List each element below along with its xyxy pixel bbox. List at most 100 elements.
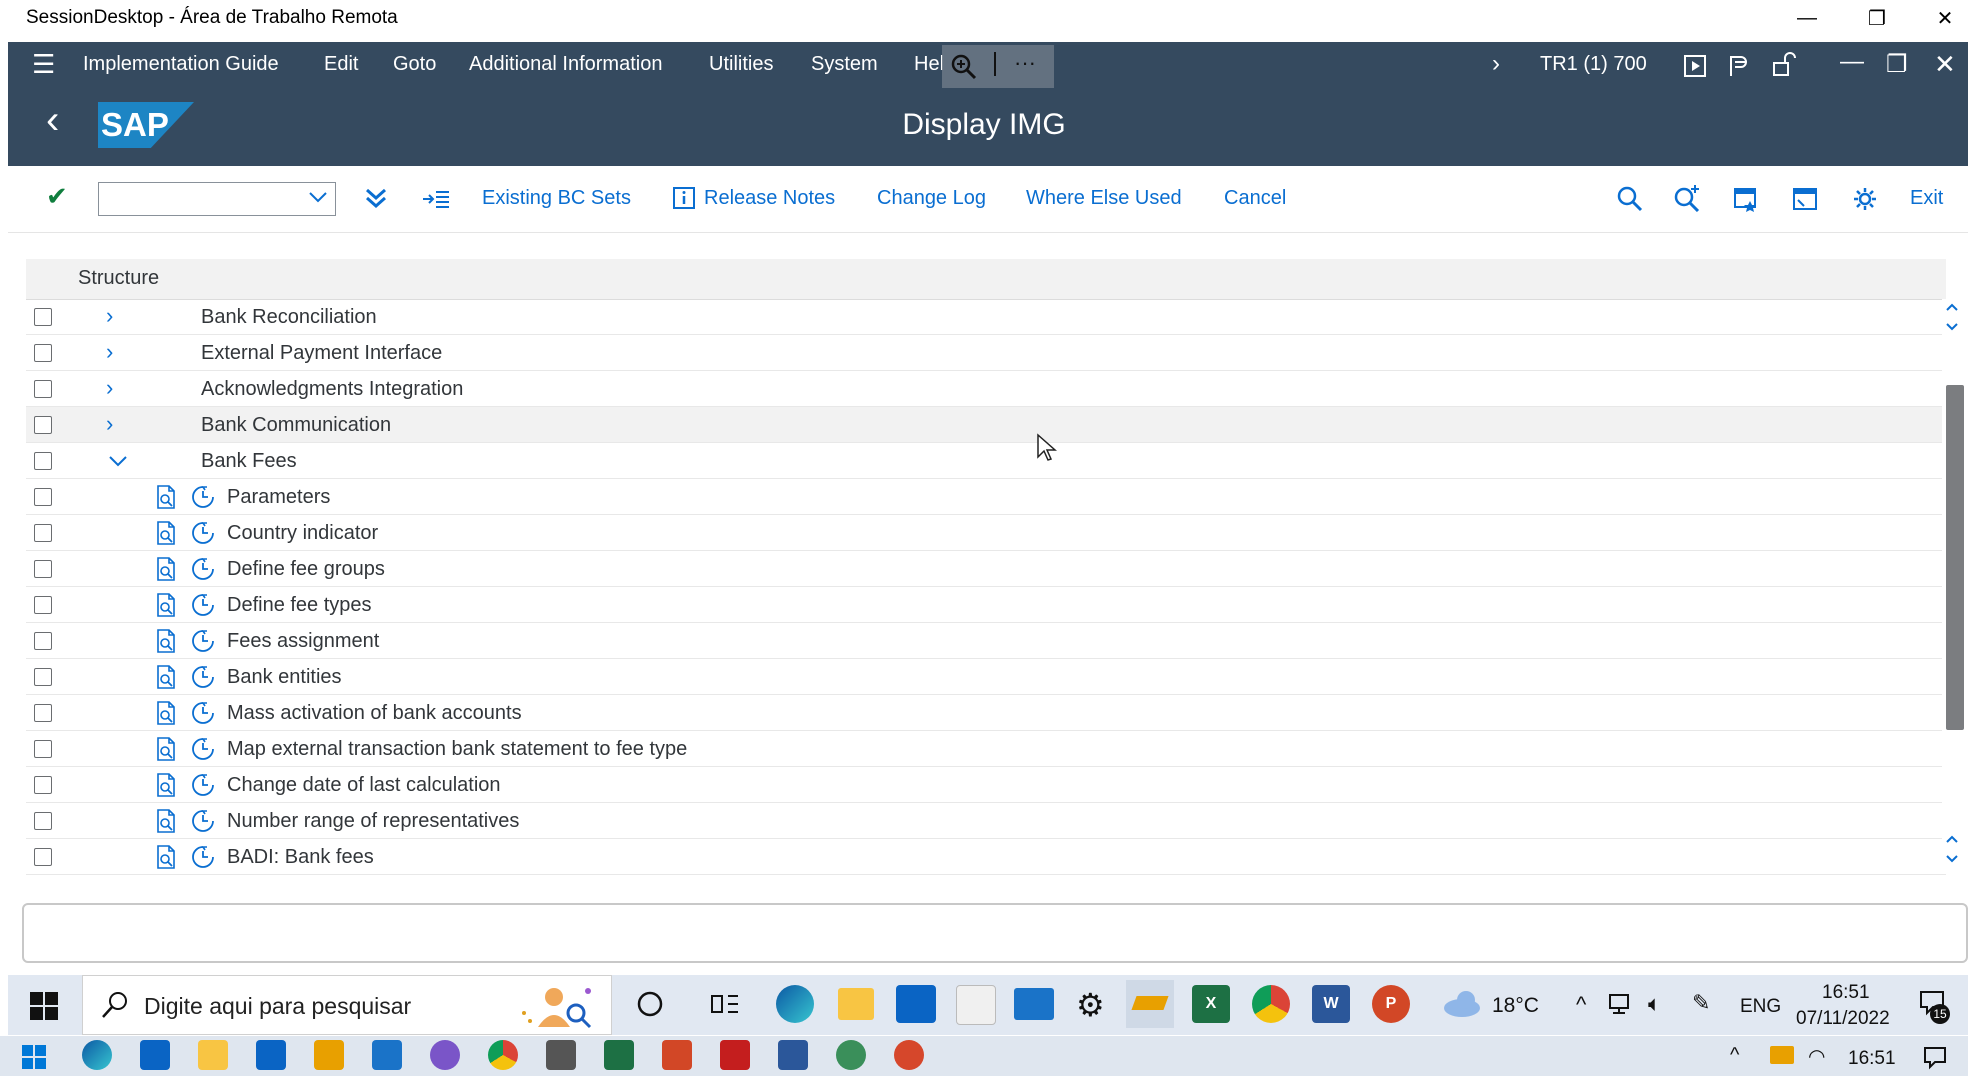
edge-icon[interactable] [776, 985, 814, 1023]
word-icon[interactable]: W [1312, 985, 1350, 1023]
local-chrome-icon[interactable] [488, 1040, 518, 1070]
documentation-icon[interactable] [156, 593, 176, 617]
activity-row[interactable]: Map external transaction bank statement … [26, 731, 1946, 767]
microsoft-store-icon[interactable] [956, 985, 996, 1025]
activity-row[interactable]: Mass activation of bank accounts [26, 695, 1946, 731]
clock-time[interactable]: 16:51 [1822, 982, 1870, 1004]
local-powerpoint-icon[interactable] [662, 1040, 692, 1070]
local-windows-start-icon[interactable] [22, 1045, 46, 1069]
clock-date[interactable]: 07/11/2022 [1796, 1008, 1890, 1030]
settings-gear-icon[interactable]: ⚙ [1076, 986, 1105, 1024]
documentation-icon[interactable] [156, 773, 176, 797]
activity-label[interactable]: Country indicator [227, 522, 378, 545]
row-checkbox[interactable] [34, 560, 52, 578]
execute-clock-icon[interactable] [191, 521, 215, 545]
local-clock-time[interactable]: 16:51 [1848, 1048, 1896, 1070]
activity-row[interactable]: Bank entities [26, 659, 1946, 695]
activity-row[interactable]: Number range of representatives [26, 803, 1946, 839]
powerpoint-icon[interactable]: P [1372, 985, 1410, 1023]
scrollbar-thumb[interactable] [1946, 385, 1964, 730]
file-explorer-icon[interactable] [838, 988, 874, 1020]
row-checkbox[interactable] [34, 740, 52, 758]
execute-clock-icon[interactable] [191, 701, 215, 725]
documentation-icon[interactable] [156, 809, 176, 833]
activity-label[interactable]: Mass activation of bank accounts [227, 702, 522, 725]
row-checkbox[interactable] [34, 776, 52, 794]
execute-clock-icon[interactable] [191, 773, 215, 797]
activity-row[interactable]: Country indicator [26, 515, 1946, 551]
activity-label[interactable]: BADI: Bank fees [227, 846, 374, 869]
local-edge-icon[interactable] [82, 1040, 112, 1070]
local-word-icon[interactable] [778, 1040, 808, 1070]
activity-row[interactable]: Define fee groups [26, 551, 1946, 587]
execute-clock-icon[interactable] [191, 557, 215, 581]
activity-label[interactable]: Map external transaction bank statement … [227, 738, 687, 761]
documentation-icon[interactable] [156, 845, 176, 869]
local-store-icon[interactable] [140, 1040, 170, 1070]
documentation-icon[interactable] [156, 521, 176, 545]
local-tray-chevron-icon[interactable]: ^ [1730, 1044, 1739, 1067]
documentation-icon[interactable] [156, 557, 176, 581]
local-excel-icon[interactable] [604, 1040, 634, 1070]
scroll-down-icon[interactable] [1944, 834, 1960, 864]
execute-clock-icon[interactable] [191, 737, 215, 761]
activity-row[interactable]: BADI: Bank fees [26, 839, 1946, 875]
local-explorer-icon[interactable] [198, 1040, 228, 1070]
documentation-icon[interactable] [156, 665, 176, 689]
activity-label[interactable]: Number range of representatives [227, 810, 519, 833]
activity-label[interactable]: Define fee groups [227, 558, 385, 581]
pen-icon[interactable]: ✎ [1692, 990, 1710, 1016]
row-checkbox[interactable] [34, 848, 52, 866]
execute-clock-icon[interactable] [191, 809, 215, 833]
local-sap-icon[interactable] [314, 1040, 344, 1070]
activity-label[interactable]: Define fee types [227, 594, 372, 617]
local-browser-icon[interactable] [836, 1040, 866, 1070]
local-acrobat-icon[interactable] [720, 1040, 750, 1070]
task-view-icon[interactable] [710, 990, 740, 1018]
execute-clock-icon[interactable] [191, 593, 215, 617]
execute-clock-icon[interactable] [191, 665, 215, 689]
cortana-icon[interactable] [636, 990, 664, 1018]
activity-row[interactable]: Parameters [26, 479, 1946, 515]
local-remote-desktop-icon[interactable] [894, 1040, 924, 1070]
execute-clock-icon[interactable] [191, 485, 215, 509]
row-checkbox[interactable] [34, 488, 52, 506]
tray-chevron-up-icon[interactable]: ^ [1576, 992, 1586, 1018]
row-checkbox[interactable] [34, 704, 52, 722]
documentation-icon[interactable] [156, 701, 176, 725]
windows-start-icon[interactable] [30, 992, 58, 1020]
network-icon[interactable] [1608, 992, 1634, 1016]
local-mail-icon[interactable] [546, 1040, 576, 1070]
mail-icon[interactable] [1014, 988, 1054, 1020]
documentation-icon[interactable] [156, 629, 176, 653]
row-checkbox[interactable] [34, 632, 52, 650]
row-checkbox[interactable] [34, 524, 52, 542]
activity-row[interactable]: Fees assignment [26, 623, 1946, 659]
execute-clock-icon[interactable] [191, 845, 215, 869]
scroll-up-icon[interactable] [1944, 302, 1960, 332]
outlook-icon[interactable] [896, 985, 936, 1023]
local-outlook-icon[interactable] [256, 1040, 286, 1070]
row-checkbox[interactable] [34, 596, 52, 614]
local-mail-tray-icon[interactable] [1770, 1046, 1794, 1064]
chrome-icon[interactable] [1252, 985, 1290, 1023]
activity-label[interactable]: Bank entities [227, 666, 342, 689]
activity-label[interactable]: Change date of last calculation [227, 774, 501, 797]
local-wifi-icon[interactable]: ◠ [1808, 1044, 1825, 1069]
documentation-icon[interactable] [156, 485, 176, 509]
excel-icon[interactable]: X [1192, 985, 1230, 1023]
row-checkbox[interactable] [34, 668, 52, 686]
notification-count-badge: 15 [1930, 1004, 1950, 1024]
local-todo-icon[interactable] [372, 1040, 402, 1070]
execute-clock-icon[interactable] [191, 629, 215, 653]
volume-icon[interactable]: 🔈︎ [1648, 991, 1661, 1017]
local-app-icon[interactable] [430, 1040, 460, 1070]
activity-label[interactable]: Fees assignment [227, 630, 379, 653]
activity-row[interactable]: Change date of last calculation [26, 767, 1946, 803]
local-notifications-icon[interactable] [1922, 1044, 1948, 1070]
activity-label[interactable]: Parameters [227, 486, 330, 509]
row-checkbox[interactable] [34, 812, 52, 830]
activity-row[interactable]: Define fee types [26, 587, 1946, 623]
language-indicator[interactable]: ENG [1740, 996, 1781, 1018]
documentation-icon[interactable] [156, 737, 176, 761]
